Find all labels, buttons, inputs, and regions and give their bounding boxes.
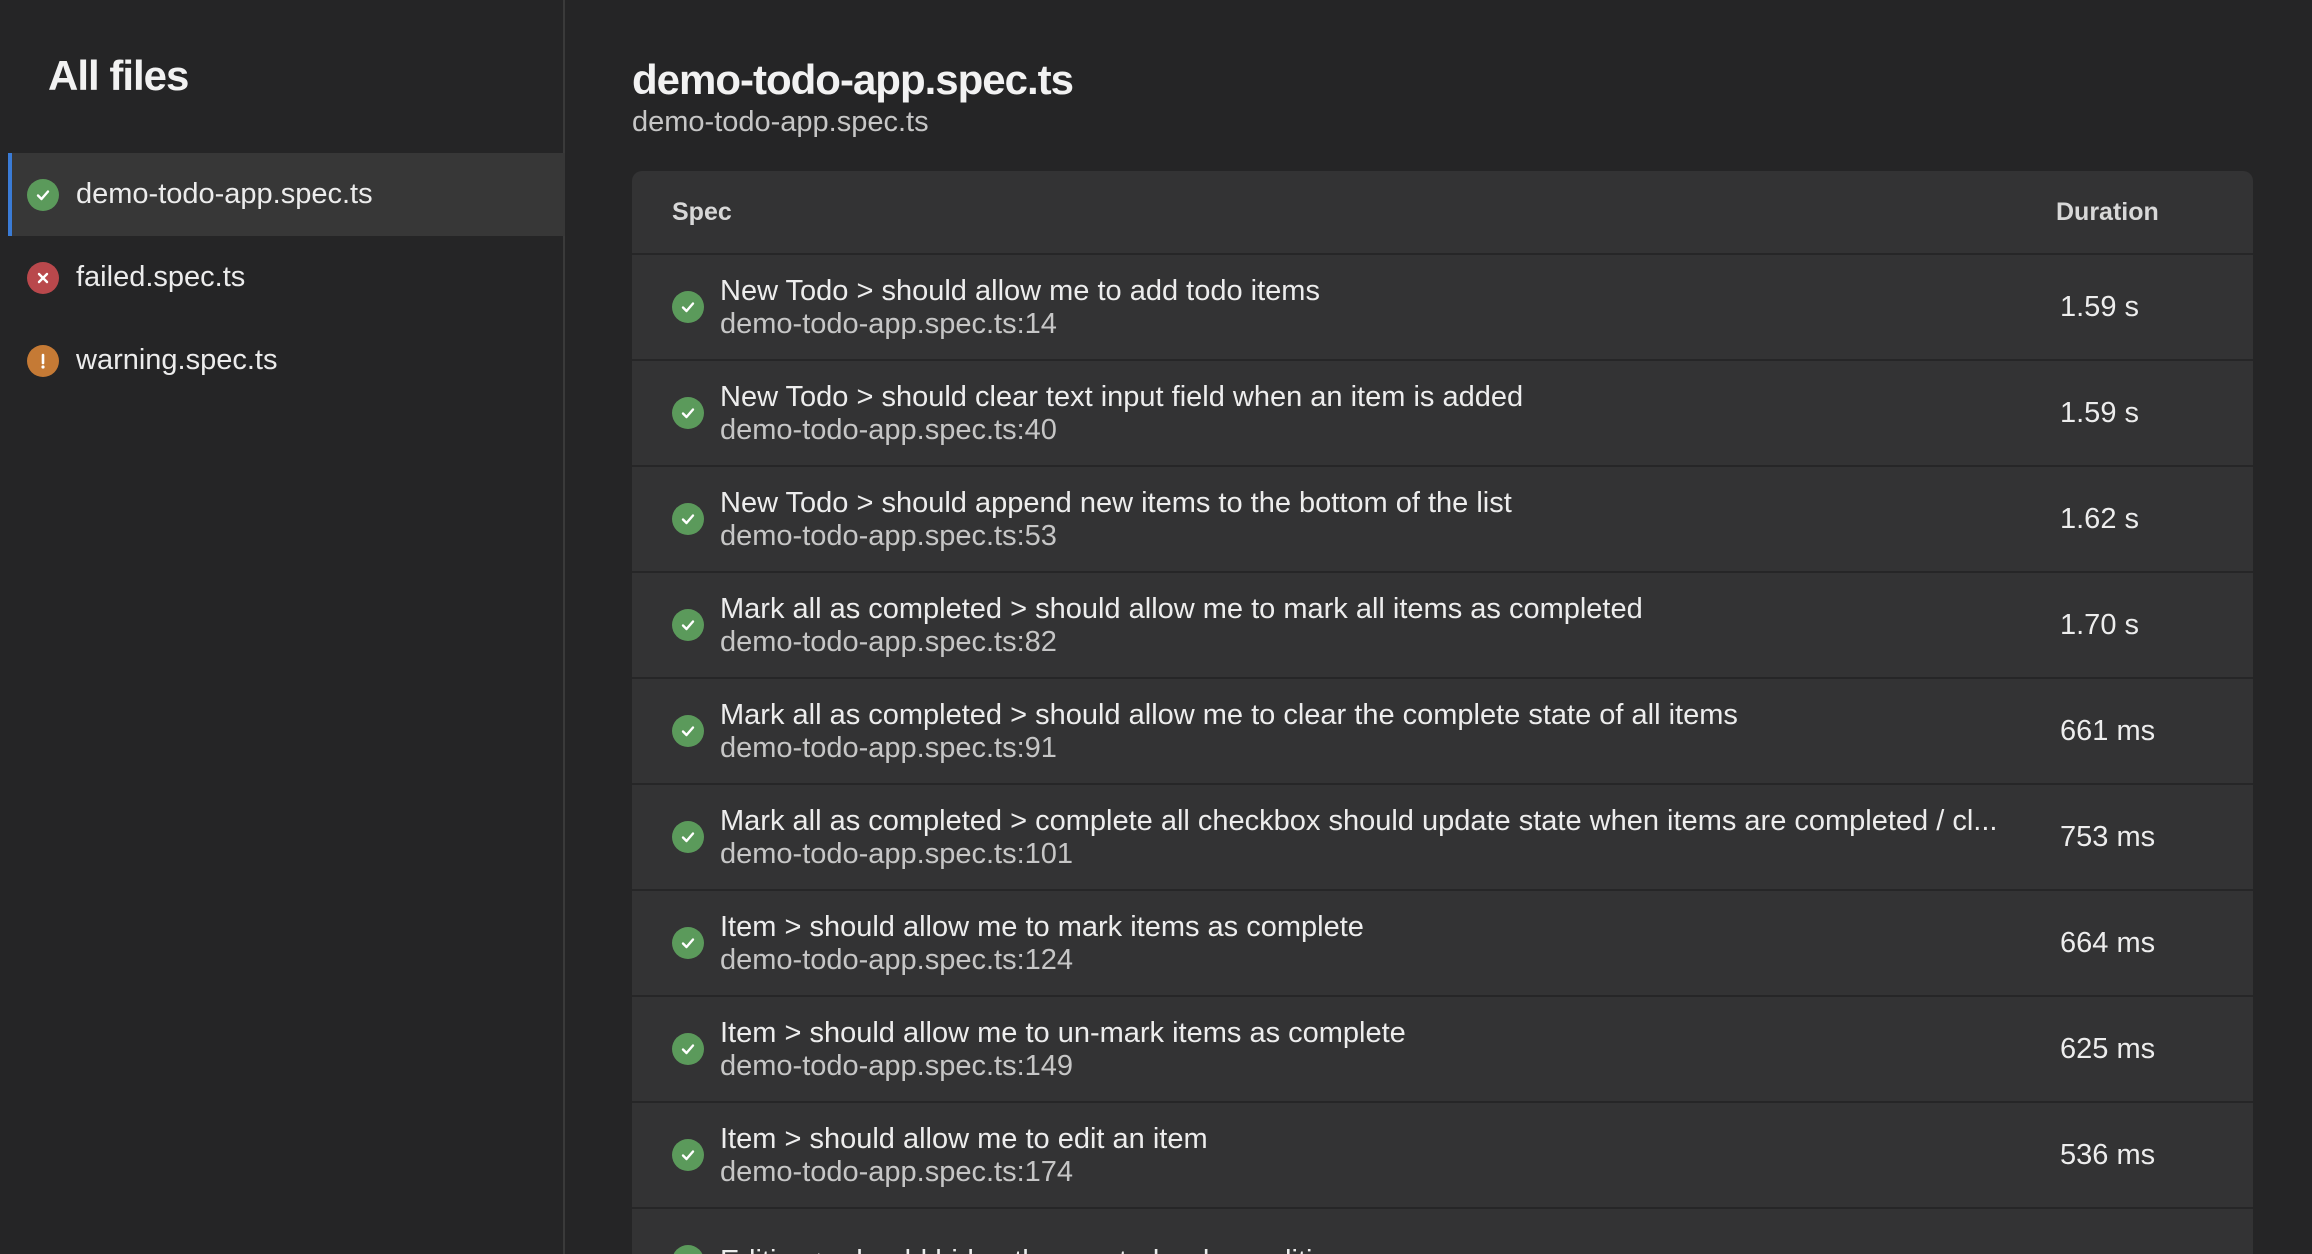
file-list: demo-todo-app.spec.ts failed.spec.ts war… — [8, 153, 565, 402]
spec-duration: 1.59 s — [2060, 290, 2139, 323]
check-circle-icon — [672, 927, 704, 959]
spec-location: demo-todo-app.spec.ts:53 — [720, 520, 1057, 552]
spec-title[interactable]: New Todo > should append new items to th… — [720, 486, 2020, 520]
spec-table: Spec Duration New Todo > should allow me… — [632, 171, 2253, 1254]
spec-duration: 1.62 s — [2060, 502, 2139, 535]
spec-duration: 536 ms — [2060, 1138, 2156, 1171]
check-circle-icon — [672, 821, 704, 853]
exclamation-circle-icon — [27, 344, 59, 377]
spec-duration: 1.59 s — [2060, 396, 2139, 429]
spec-title[interactable]: Mark all as completed > should allow me … — [720, 592, 2020, 626]
check-circle-icon — [672, 1139, 704, 1171]
check-circle-icon — [672, 1245, 704, 1254]
check-circle-icon — [672, 503, 704, 535]
check-circle-icon — [672, 291, 704, 323]
spec-title[interactable]: Item > should allow me to edit an item — [720, 1122, 2020, 1156]
spec-title[interactable]: Mark all as completed > should allow me … — [720, 698, 2020, 732]
spec-title[interactable]: New Todo > should allow me to add todo i… — [720, 274, 2020, 308]
table-row[interactable]: Mark all as completed > complete all che… — [632, 785, 2253, 891]
table-row[interactable]: Editing > should hide other controls whe… — [632, 1209, 2253, 1254]
spec-title[interactable]: Item > should allow me to mark items as … — [720, 910, 2020, 944]
check-circle-icon — [672, 609, 704, 641]
spec-duration: 753 ms — [2060, 820, 2156, 853]
file-item-warning[interactable]: warning.spec.ts — [8, 319, 565, 402]
check-circle-icon — [672, 397, 704, 429]
spec-location: demo-todo-app.spec.ts:14 — [720, 308, 1057, 340]
check-circle-icon — [672, 715, 704, 747]
x-circle-icon — [27, 261, 59, 294]
file-item-label: warning.spec.ts — [76, 344, 278, 376]
table-row[interactable]: Mark all as completed > should allow me … — [632, 573, 2253, 679]
spec-title[interactable]: New Todo > should clear text input field… — [720, 380, 2020, 414]
spec-column-header: Spec — [672, 197, 732, 226]
spec-duration: 661 ms — [2060, 714, 2156, 747]
file-item-demo-todo-app[interactable]: demo-todo-app.spec.ts — [8, 153, 565, 236]
table-row[interactable]: New Todo > should clear text input field… — [632, 361, 2253, 467]
file-item-label: failed.spec.ts — [76, 261, 246, 293]
spec-location: demo-todo-app.spec.ts:174 — [720, 1156, 1074, 1188]
sidebar-title: All files — [48, 52, 189, 99]
spec-duration: 664 ms — [2060, 926, 2156, 959]
spec-location: demo-todo-app.spec.ts:82 — [720, 626, 1057, 658]
table-header: Spec Duration — [632, 171, 2253, 255]
spec-location: demo-todo-app.spec.ts:40 — [720, 414, 1057, 446]
table-row[interactable]: New Todo > should append new items to th… — [632, 467, 2253, 573]
table-row[interactable]: Mark all as completed > should allow me … — [632, 679, 2253, 785]
file-item-label: demo-todo-app.spec.ts — [76, 178, 373, 210]
spec-location: demo-todo-app.spec.ts:124 — [720, 944, 1074, 976]
check-circle-icon — [27, 178, 59, 211]
spec-duration: 1.70 s — [2060, 608, 2139, 641]
table-row[interactable]: Item > should allow me to edit an item d… — [632, 1103, 2253, 1209]
duration-column-header: Duration — [2056, 197, 2159, 226]
spec-location: demo-todo-app.spec.ts:149 — [720, 1050, 1074, 1082]
spec-location: demo-todo-app.spec.ts:91 — [720, 732, 1057, 764]
table-row[interactable]: New Todo > should allow me to add todo i… — [632, 255, 2253, 361]
sidebar: All files demo-todo-app.spec.ts failed.s… — [0, 0, 565, 1254]
table-row[interactable]: Item > should allow me to un-mark items … — [632, 997, 2253, 1103]
test-report-app: All files demo-todo-app.spec.ts failed.s… — [0, 0, 2312, 1254]
spec-location: demo-todo-app.spec.ts:101 — [720, 838, 1074, 870]
spec-title[interactable]: Mark all as completed > complete all che… — [720, 804, 2020, 838]
spec-duration: 625 ms — [2060, 1032, 2156, 1065]
page-subtitle: demo-todo-app.spec.ts — [632, 106, 929, 138]
check-circle-icon — [672, 1033, 704, 1065]
page-title: demo-todo-app.spec.ts — [632, 56, 1074, 103]
table-row[interactable]: Item > should allow me to mark items as … — [632, 891, 2253, 997]
spec-title[interactable]: Item > should allow me to un-mark items … — [720, 1016, 2020, 1050]
file-item-failed[interactable]: failed.spec.ts — [8, 236, 565, 319]
spec-title[interactable]: Editing > should hide other controls whe… — [720, 1244, 2020, 1254]
